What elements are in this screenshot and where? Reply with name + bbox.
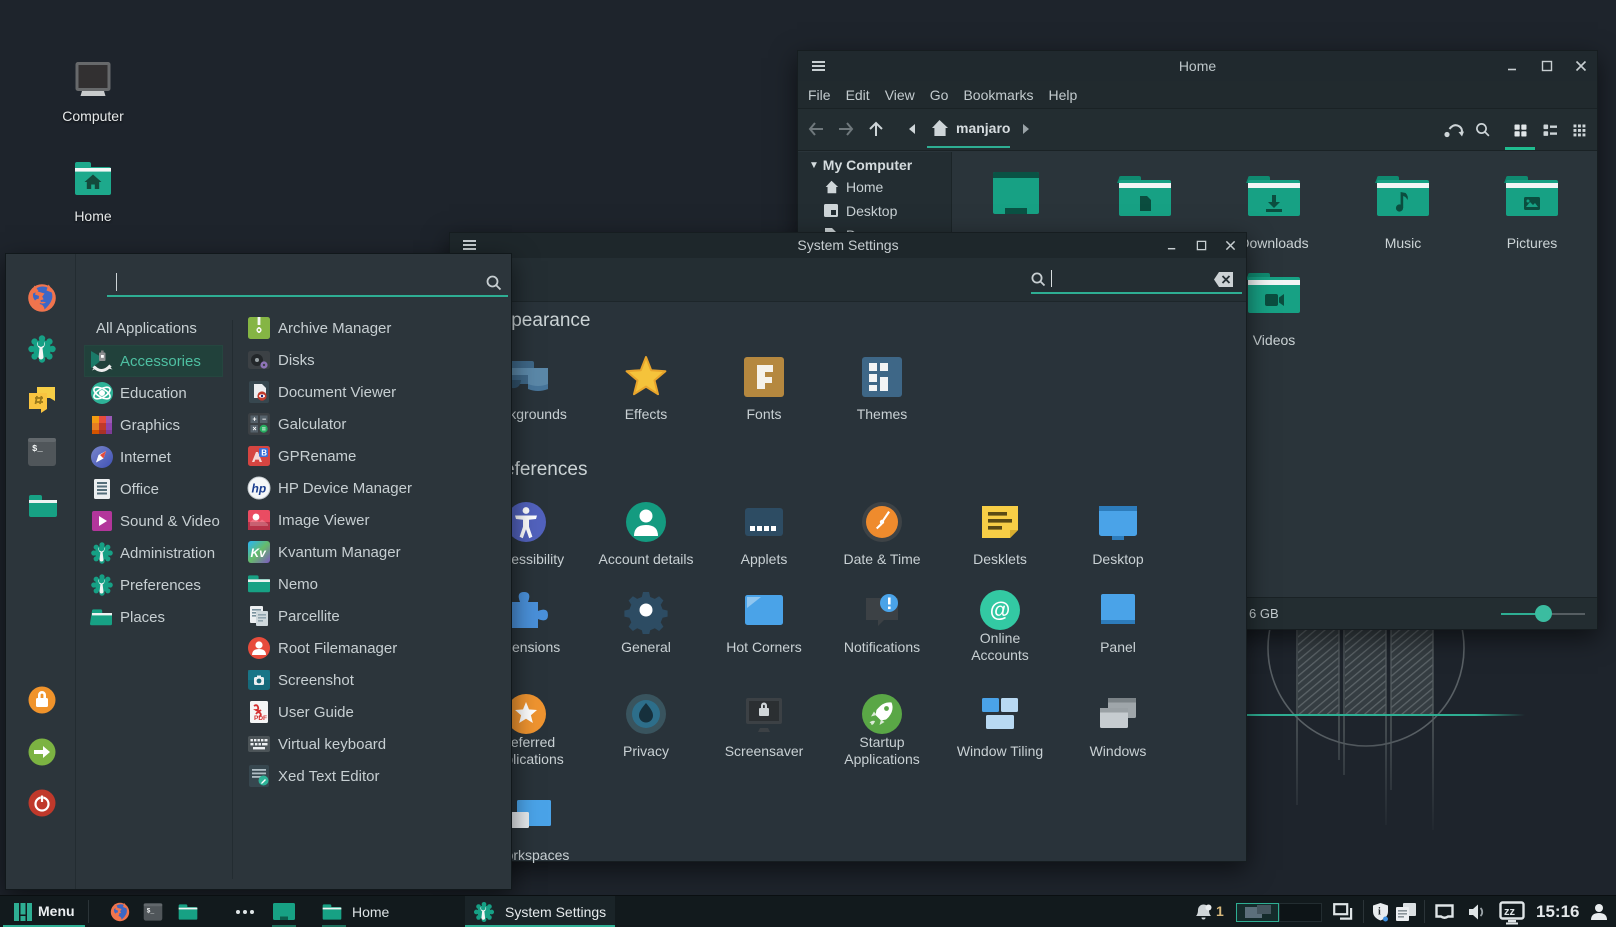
svg-text:PDF: PDF	[254, 715, 267, 722]
svg-text:zz: zz	[1504, 906, 1516, 918]
svg-text:B: B	[261, 449, 267, 458]
svg-text:×: ×	[253, 426, 257, 433]
svg-text:i: i	[1378, 907, 1381, 918]
svg-text:=: =	[262, 426, 266, 433]
svg-text:hp: hp	[252, 482, 267, 496]
svg-text:$_: $_	[147, 908, 155, 915]
svg-text:@: @	[990, 599, 1010, 622]
svg-text:+: +	[253, 417, 257, 424]
svg-text:Kv: Kv	[251, 546, 268, 560]
svg-text:−: −	[262, 417, 266, 424]
